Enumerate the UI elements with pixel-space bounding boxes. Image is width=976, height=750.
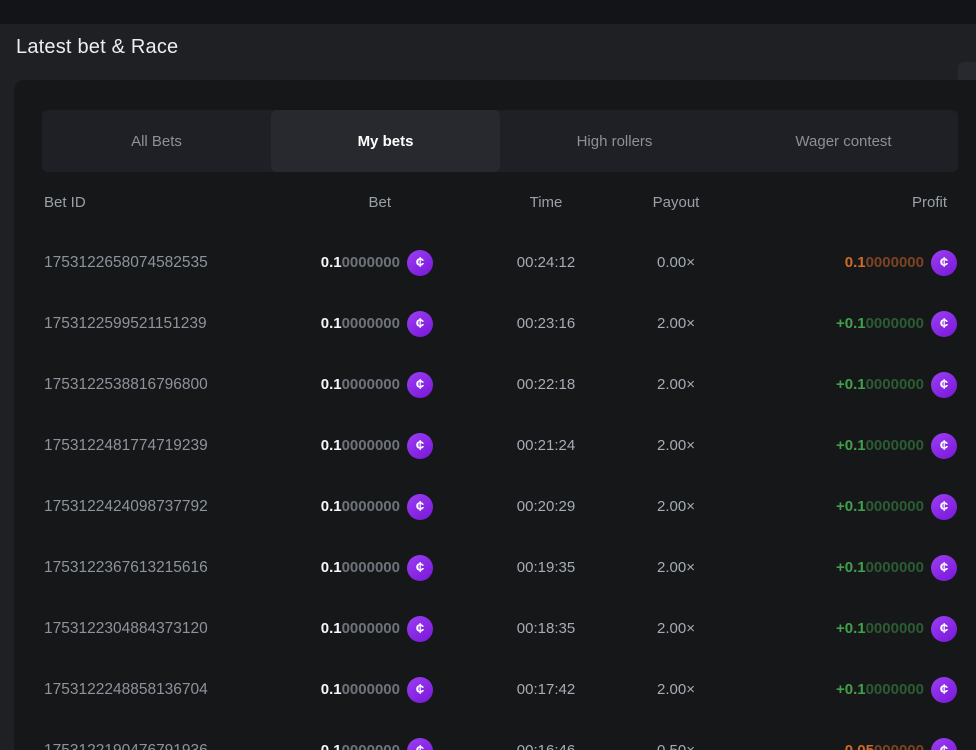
header-time: Time	[481, 194, 611, 211]
table-header-row: Bet ID Bet Time Payout Profit	[14, 172, 976, 232]
cent-coin-icon: ¢	[931, 616, 957, 642]
bet-payout: 2.00×	[611, 620, 741, 637]
bet-time: 00:21:24	[481, 437, 611, 454]
bet-id: 1753122481774719239	[44, 437, 300, 455]
bet-id: 1753122190476791936	[44, 742, 300, 750]
bet-amount: 0.10000000 ¢	[300, 311, 433, 337]
cent-coin-icon: ¢	[931, 494, 957, 520]
table-row[interactable]: 1753122481774719239 0.10000000 ¢ 00:21:2…	[14, 415, 976, 476]
cent-coin-icon: ¢	[407, 250, 433, 276]
bet-amount: 0.10000000 ¢	[300, 494, 433, 520]
bet-id: 1753122367613215616	[44, 559, 300, 577]
table-row[interactable]: 1753122538816796800 0.10000000 ¢ 00:22:1…	[14, 354, 976, 415]
bet-profit: 0.10000000 ¢	[741, 250, 957, 276]
bet-payout: 2.00×	[611, 559, 741, 576]
cent-coin-icon: ¢	[931, 677, 957, 703]
cent-coin-icon: ¢	[407, 494, 433, 520]
bet-time: 00:20:29	[481, 498, 611, 515]
bet-profit: +0.10000000 ¢	[741, 555, 957, 581]
cent-coin-icon: ¢	[407, 616, 433, 642]
bets-table: Bet ID Bet Time Payout Profit 1753122658…	[14, 172, 976, 750]
bet-id: 1753122248858136704	[44, 681, 300, 699]
table-row[interactable]: 1753122304884373120 0.10000000 ¢ 00:18:3…	[14, 598, 976, 659]
cent-coin-icon: ¢	[407, 555, 433, 581]
cent-coin-icon: ¢	[407, 433, 433, 459]
bet-amount: 0.10000000 ¢	[300, 250, 433, 276]
bet-amount: 0.10000000 ¢	[300, 677, 433, 703]
cent-coin-icon: ¢	[931, 738, 957, 750]
bet-id: 1753122658074582535	[44, 254, 300, 272]
tab-wager-contest[interactable]: Wager contest	[729, 110, 958, 172]
tab-high-rollers[interactable]: High rollers	[500, 110, 729, 172]
bet-payout: 2.00×	[611, 498, 741, 515]
cent-coin-icon: ¢	[931, 250, 957, 276]
bet-profit: +0.10000000 ¢	[741, 372, 957, 398]
cent-coin-icon: ¢	[931, 372, 957, 398]
header-bet: Bet	[300, 194, 433, 211]
bet-amount: 0.10000000 ¢	[300, 738, 433, 750]
bet-payout: 2.00×	[611, 681, 741, 698]
bet-id: 1753122599521151239	[44, 315, 300, 333]
tab-all-bets[interactable]: All Bets	[42, 110, 271, 172]
cent-coin-icon: ¢	[407, 677, 433, 703]
page-title: Latest bet & Race	[16, 36, 178, 59]
bet-profit: 0.05000000 ¢	[741, 738, 957, 750]
bet-id: 1753122424098737792	[44, 498, 300, 516]
bet-profit: +0.10000000 ¢	[741, 616, 957, 642]
bet-time: 00:17:42	[481, 681, 611, 698]
header-payout: Payout	[611, 194, 741, 211]
table-row[interactable]: 1753122424098737792 0.10000000 ¢ 00:20:2…	[14, 476, 976, 537]
table-row[interactable]: 1753122658074582535 0.10000000 ¢ 00:24:1…	[14, 232, 976, 293]
bet-time: 00:16:46	[481, 742, 611, 750]
bet-amount: 0.10000000 ¢	[300, 433, 433, 459]
header-profit: Profit	[741, 194, 957, 211]
bet-profit: +0.10000000 ¢	[741, 433, 957, 459]
cent-coin-icon: ¢	[931, 311, 957, 337]
cent-coin-icon: ¢	[931, 433, 957, 459]
bet-id: 1753122304884373120	[44, 620, 300, 638]
bet-time: 00:22:18	[481, 376, 611, 393]
bet-amount: 0.10000000 ¢	[300, 616, 433, 642]
bet-amount: 0.10000000 ¢	[300, 372, 433, 398]
bet-amount: 0.10000000 ¢	[300, 555, 433, 581]
cent-coin-icon: ¢	[407, 311, 433, 337]
bet-payout: 2.00×	[611, 315, 741, 332]
top-strip	[0, 0, 976, 24]
bet-time: 00:23:16	[481, 315, 611, 332]
bet-profit: +0.10000000 ¢	[741, 311, 957, 337]
bet-payout: 0.50×	[611, 742, 741, 750]
bet-profit: +0.10000000 ¢	[741, 494, 957, 520]
tab-my-bets[interactable]: My bets	[271, 110, 500, 172]
table-row[interactable]: 1753122190476791936 0.10000000 ¢ 00:16:4…	[14, 720, 976, 750]
bet-id: 1753122538816796800	[44, 376, 300, 394]
header-bet-id: Bet ID	[44, 194, 300, 211]
bet-time: 00:19:35	[481, 559, 611, 576]
table-row[interactable]: 1753122599521151239 0.10000000 ¢ 00:23:1…	[14, 293, 976, 354]
bet-payout: 2.00×	[611, 376, 741, 393]
cent-coin-icon: ¢	[931, 555, 957, 581]
table-row[interactable]: 1753122367613215616 0.10000000 ¢ 00:19:3…	[14, 537, 976, 598]
bet-time: 00:24:12	[481, 254, 611, 271]
bet-profit: +0.10000000 ¢	[741, 677, 957, 703]
bet-payout: 0.00×	[611, 254, 741, 271]
table-row[interactable]: 1753122248858136704 0.10000000 ¢ 00:17:4…	[14, 659, 976, 720]
cent-coin-icon: ¢	[407, 372, 433, 398]
latest-bets-panel: All Bets My bets High rollers Wager cont…	[14, 80, 976, 750]
bet-time: 00:18:35	[481, 620, 611, 637]
table-body: 1753122658074582535 0.10000000 ¢ 00:24:1…	[14, 232, 976, 750]
bet-payout: 2.00×	[611, 437, 741, 454]
cent-coin-icon: ¢	[407, 738, 433, 750]
bets-tabbar: All Bets My bets High rollers Wager cont…	[42, 110, 958, 172]
